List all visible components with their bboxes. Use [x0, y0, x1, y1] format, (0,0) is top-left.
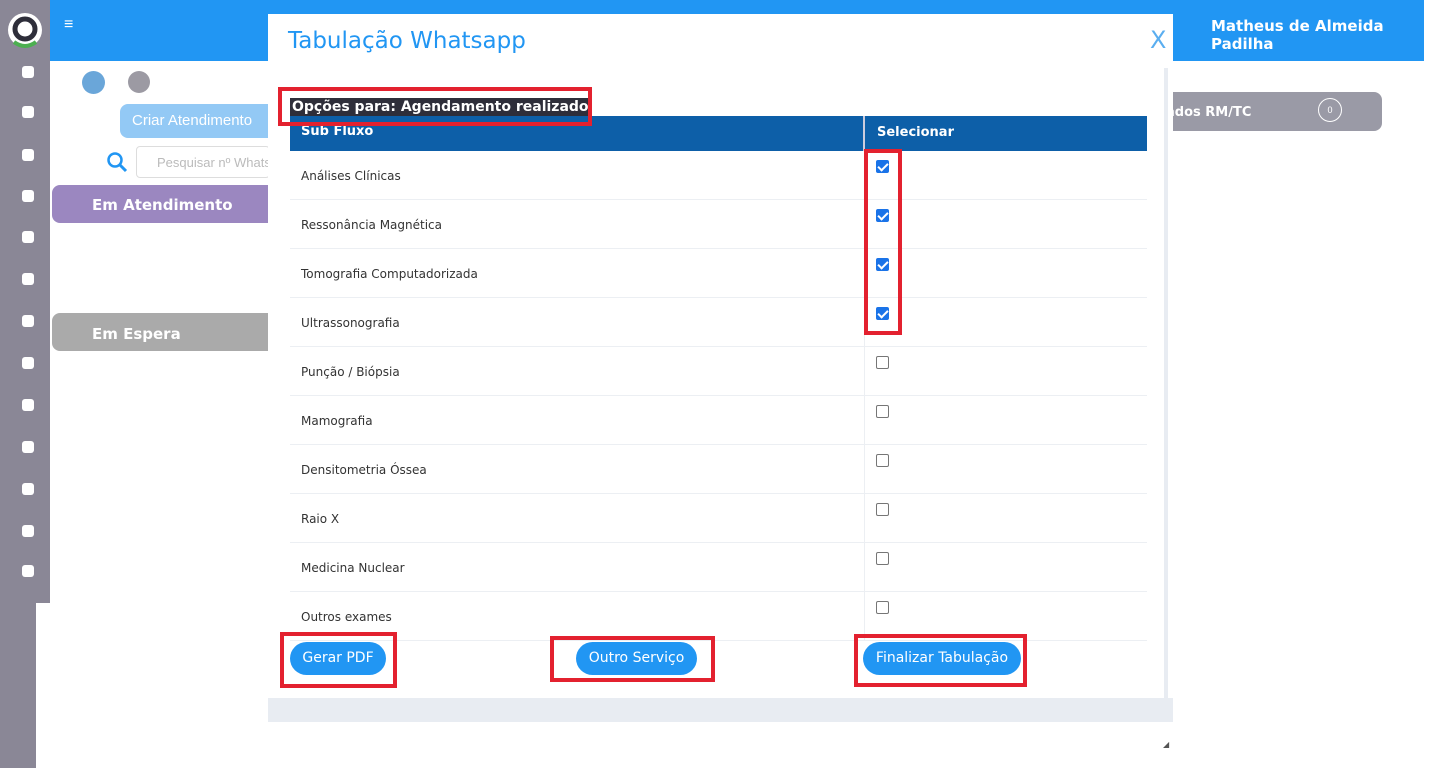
table-row: Punção / Biópsia	[290, 347, 1147, 396]
table-row: Medicina Nuclear	[290, 543, 1147, 592]
table-row: Tomografia Computadorizada	[290, 249, 1147, 298]
subfluxo-label: Análises Clínicas	[290, 151, 865, 199]
highlight-box	[278, 87, 592, 126]
logo-icon	[8, 13, 42, 48]
select-cell	[865, 151, 1147, 199]
close-button[interactable]: X	[1150, 26, 1166, 54]
printer-icon[interactable]	[17, 352, 39, 374]
briefcase-icon[interactable]	[17, 101, 39, 123]
table-row: Ressonância Magnética	[290, 200, 1147, 249]
calendar-icon[interactable]	[17, 436, 39, 458]
refresh-icon[interactable]	[17, 226, 39, 248]
whatsapp-icon[interactable]	[17, 144, 39, 166]
table-row: Ultrassonografia	[290, 298, 1147, 347]
resize-handle-icon[interactable]: ◢	[1163, 740, 1171, 749]
hamburger-icon[interactable]: ≡	[64, 16, 80, 36]
select-cell	[865, 543, 1147, 591]
highlight-box	[864, 149, 902, 335]
chat-icon[interactable]	[17, 520, 39, 542]
modal-title: Tabulação Whatsapp	[288, 28, 526, 54]
select-checkbox[interactable]	[876, 601, 889, 614]
right-panel[interactable]: ados RM/TC	[1160, 92, 1382, 131]
palette-icon[interactable]	[17, 478, 39, 500]
home-icon[interactable]	[82, 71, 105, 94]
table-row: Análises Clínicas	[290, 151, 1147, 200]
select-cell	[865, 592, 1147, 640]
select-checkbox[interactable]	[876, 405, 889, 418]
subfluxo-table: Sub Fluxo Selecionar Análises Clínicas Re…	[290, 116, 1147, 641]
subfluxo-label: Densitometria Óssea	[290, 445, 865, 493]
select-checkbox[interactable]	[876, 356, 889, 369]
search-icon[interactable]	[106, 151, 128, 173]
highlight-box	[280, 632, 397, 688]
select-cell	[865, 200, 1147, 248]
select-cell	[865, 494, 1147, 542]
grid-plus-icon[interactable]	[17, 185, 39, 207]
subfluxo-label: Mamografia	[290, 396, 865, 444]
subfluxo-label: Medicina Nuclear	[290, 543, 865, 591]
right-panel-count: 0	[1318, 98, 1342, 122]
select-cell	[865, 249, 1147, 297]
search-input[interactable]: Pesquisar nº Whatsapp	[136, 146, 270, 178]
sidebar-extension	[36, 0, 50, 603]
smile-icon[interactable]	[17, 394, 39, 416]
select-checkbox[interactable]	[876, 552, 889, 565]
subfluxo-label: Tomografia Computadorizada	[290, 249, 865, 297]
table-row: Densitometria Óssea	[290, 445, 1147, 494]
add-icon[interactable]	[128, 71, 150, 93]
select-checkbox[interactable]	[876, 503, 889, 516]
chart-icon[interactable]	[17, 61, 39, 83]
subfluxo-label: Ressonância Magnética	[290, 200, 865, 248]
subfluxo-label: Punção / Biópsia	[290, 347, 865, 395]
subfluxo-label: Raio X	[290, 494, 865, 542]
select-cell	[865, 347, 1147, 395]
em-espera-panel[interactable]: Em Espera	[52, 313, 270, 351]
select-cell	[865, 396, 1147, 444]
subfluxo-label: Ultrassonografia	[290, 298, 865, 346]
highlight-box	[854, 634, 1027, 687]
select-checkbox[interactable]	[876, 454, 889, 467]
table-row: Mamografia	[290, 396, 1147, 445]
gear-icon[interactable]	[17, 310, 39, 332]
criar-atendimento-button[interactable]: Criar Atendimento	[120, 104, 270, 138]
phone-icon[interactable]	[17, 268, 39, 290]
select-cell	[865, 445, 1147, 493]
user-name[interactable]: Matheus de Almeida Padilha	[1211, 17, 1440, 53]
em-atendimento-panel[interactable]: Em Atendimento	[52, 185, 270, 223]
video-icon[interactable]	[17, 560, 39, 582]
highlight-box	[550, 636, 715, 682]
table-row: Raio X	[290, 494, 1147, 543]
select-cell	[865, 298, 1147, 346]
modal-footer	[268, 698, 1173, 722]
column-header: Selecionar	[877, 125, 954, 140]
